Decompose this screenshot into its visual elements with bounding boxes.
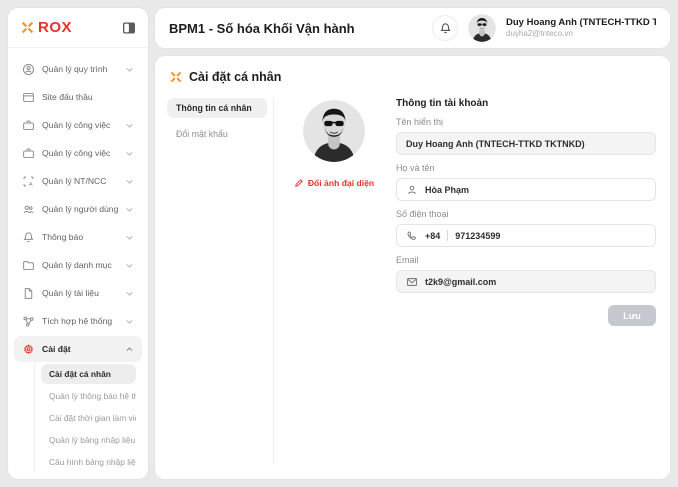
chevron-down-icon bbox=[125, 149, 134, 158]
sidebar-item-label: Cài đặt bbox=[42, 344, 71, 354]
submenu-item-cai-dat-thoi-gian-lam-viec[interactable]: Cài đặt thời gian làm việc bbox=[41, 408, 136, 428]
sidebar-item-label: Quản lý danh mục bbox=[42, 260, 112, 270]
chevron-down-icon bbox=[125, 233, 134, 242]
submenu-item-quan-ly-bang-nhap-lieu[interactable]: Quản lý bảng nhập liệu bbox=[41, 430, 136, 450]
sidebar-item-quan-ly-danh-muc[interactable]: Quản lý danh mục bbox=[14, 252, 142, 278]
submenu-item-cai-dat-ca-nhan[interactable]: Cài đặt cá nhân bbox=[41, 364, 136, 384]
phone-divider bbox=[447, 230, 448, 241]
notifications-button[interactable] bbox=[432, 15, 458, 41]
chevron-down-icon bbox=[125, 261, 134, 270]
sidebar-collapse-icon[interactable] bbox=[122, 21, 136, 35]
profile-avatar bbox=[303, 100, 365, 162]
sidebar-item-label: Thông báo bbox=[42, 232, 83, 242]
sidebar-item-label: Quản lý công việc bbox=[42, 120, 110, 130]
folder-icon bbox=[22, 259, 35, 272]
display-name-field: Duy Hoang Anh (TNTECH-TTKD TKTNKD) bbox=[396, 132, 656, 155]
form-section-title: Thông tin tài khoản bbox=[396, 98, 656, 109]
bell-icon bbox=[22, 231, 35, 244]
sidebar-item-label: Quản lý người dùng bbox=[42, 204, 118, 214]
sidebar-item-quan-ly-tai-lieu[interactable]: Quản lý tài liệu bbox=[14, 280, 142, 306]
chevron-down-icon bbox=[125, 121, 134, 130]
user-info[interactable]: Duy Hoang Anh (TNTECH-TTKD TKT... duyha2… bbox=[506, 17, 656, 39]
sidebar-item-quan-ly-nguoi-dung[interactable]: Quản lý người dùng bbox=[14, 196, 142, 222]
user-email: duyha2@tnteco.vn bbox=[506, 29, 656, 39]
chevron-up-icon bbox=[125, 345, 134, 354]
change-avatar-label: Đổi ảnh đại diện bbox=[308, 178, 374, 188]
sidebar: ROX Quản lý quy trình Site đấu thầu Quản… bbox=[8, 8, 148, 479]
vertical-divider bbox=[273, 98, 274, 466]
submenu-item-cau-hinh-bang-nhap-lieu[interactable]: Cấu hình bảng nhập liệu bbox=[41, 452, 136, 472]
document-icon bbox=[22, 287, 35, 300]
settings-tabs: Thông tin cá nhân Đổi mật khẩu bbox=[167, 96, 267, 150]
app-title: BPM1 - Số hóa Khối Vận hành bbox=[169, 21, 355, 36]
page-title-icon bbox=[169, 70, 183, 84]
gear-icon bbox=[22, 343, 35, 356]
sidebar-item-label: Site đấu thầu bbox=[42, 92, 93, 102]
chevron-down-icon bbox=[125, 177, 134, 186]
sidebar-item-quan-ly-cong-viec-1[interactable]: Quản lý công việc bbox=[14, 112, 142, 138]
sidebar-item-label: Quản lý công việc bbox=[42, 148, 110, 158]
account-form: Thông tin tài khoản Tên hiển thị Duy Hoa… bbox=[386, 96, 658, 326]
full-name-value: Hòa Phạm bbox=[425, 185, 469, 195]
workflow-icon bbox=[22, 63, 35, 76]
tab-thong-tin-ca-nhan[interactable]: Thông tin cá nhân bbox=[167, 98, 267, 118]
change-avatar-button[interactable]: Đổi ảnh đại diện bbox=[294, 178, 374, 188]
rox-logo-icon bbox=[20, 20, 35, 35]
phone-icon bbox=[406, 230, 418, 242]
email-value: t2k9@gmail.com bbox=[425, 277, 496, 287]
user-name: Duy Hoang Anh (TNTECH-TTKD TKT... bbox=[506, 17, 656, 29]
header-bar: BPM1 - Số hóa Khối Vận hành bbox=[155, 8, 670, 48]
main-content: Cài đặt cá nhân Thông tin cá nhân Đổi mậ… bbox=[155, 56, 670, 479]
user-icon bbox=[406, 184, 418, 196]
sidebar-item-label: Tích hợp hệ thống bbox=[42, 316, 112, 326]
sidebar-nav: Quản lý quy trình Site đấu thầu Quản lý … bbox=[8, 48, 148, 472]
sidebar-item-tich-hop-he-thong[interactable]: Tích hợp hệ thống bbox=[14, 308, 142, 334]
email-field: t2k9@gmail.com bbox=[396, 270, 656, 293]
sidebar-item-quan-ly-quy-trinh[interactable]: Quản lý quy trình bbox=[14, 56, 142, 82]
sidebar-item-cai-dat[interactable]: Cài đặt bbox=[14, 336, 142, 362]
chevron-down-icon bbox=[125, 205, 134, 214]
chevron-down-icon bbox=[125, 289, 134, 298]
briefcase-icon bbox=[22, 119, 35, 132]
save-button[interactable]: Lưu bbox=[608, 305, 656, 326]
user-avatar[interactable] bbox=[468, 14, 496, 42]
svg-text:A: A bbox=[29, 181, 33, 187]
integration-icon bbox=[22, 315, 35, 328]
phone-field[interactable]: +84 971234599 bbox=[396, 224, 656, 247]
tab-doi-mat-khau[interactable]: Đổi mật khẩu bbox=[167, 124, 267, 144]
field-label: Họ và tên bbox=[396, 163, 656, 173]
field-label: Số điện thoại bbox=[396, 209, 656, 219]
sidebar-item-label: Quản lý quy trình bbox=[42, 64, 107, 74]
chevron-down-icon bbox=[125, 65, 134, 74]
sidebar-item-quan-ly-cong-viec-2[interactable]: Quản lý công việc bbox=[14, 140, 142, 166]
mail-icon bbox=[406, 276, 418, 288]
settings-submenu: Cài đặt cá nhân Quản lý thông báo hệ thố… bbox=[34, 364, 136, 472]
page-title: Cài đặt cá nhân bbox=[189, 70, 281, 84]
sidebar-item-label: Quản lý tài liệu bbox=[42, 288, 99, 298]
submenu-item-quan-ly-thong-bao-he-thong[interactable]: Quản lý thông báo hệ thống bbox=[41, 386, 136, 406]
field-label: Email bbox=[396, 255, 656, 265]
window-icon bbox=[22, 91, 35, 104]
briefcase-icon bbox=[22, 147, 35, 160]
id-card-icon: A bbox=[22, 175, 35, 188]
phone-value: 971234599 bbox=[455, 231, 500, 241]
users-icon bbox=[22, 203, 35, 216]
sidebar-item-site-dau-thau[interactable]: Site đấu thầu bbox=[14, 84, 142, 110]
display-name-value: Duy Hoang Anh (TNTECH-TTKD TKTNKD) bbox=[406, 139, 585, 149]
pencil-icon bbox=[294, 178, 304, 188]
logo-text: ROX bbox=[38, 19, 72, 36]
field-label: Tên hiển thị bbox=[396, 117, 656, 127]
sidebar-item-quan-ly-ntncc[interactable]: A Quản lý NT/NCC bbox=[14, 168, 142, 194]
full-name-field[interactable]: Hòa Phạm bbox=[396, 178, 656, 201]
sidebar-item-label: Quản lý NT/NCC bbox=[42, 176, 106, 186]
bell-icon bbox=[439, 22, 452, 35]
chevron-down-icon bbox=[125, 317, 134, 326]
sidebar-logo-row: ROX bbox=[8, 8, 148, 48]
sidebar-item-thong-bao[interactable]: Thông báo bbox=[14, 224, 142, 250]
phone-prefix: +84 bbox=[425, 231, 440, 241]
